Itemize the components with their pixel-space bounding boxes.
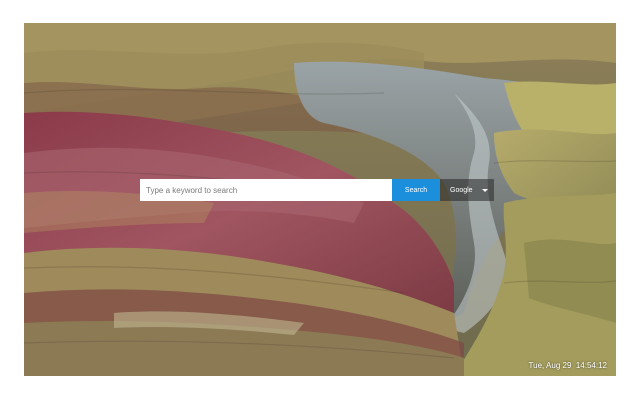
search-button[interactable]: Search [392, 179, 440, 201]
clock: Tue, Aug 29 14:54:12 [529, 361, 607, 370]
new-tab-page: Search Google Tue, Aug 29 14:54:12 [24, 23, 616, 376]
search-engine-select[interactable]: Google [440, 179, 494, 201]
clock-time: 14:54:12 [575, 361, 607, 370]
search-input[interactable] [140, 179, 392, 201]
clock-date: Aug 29 [546, 361, 572, 370]
search-bar: Search Google [140, 179, 494, 201]
search-engine-label: Google [450, 186, 473, 194]
clock-day: Tue, [528, 361, 545, 370]
chevron-down-icon [482, 188, 488, 192]
